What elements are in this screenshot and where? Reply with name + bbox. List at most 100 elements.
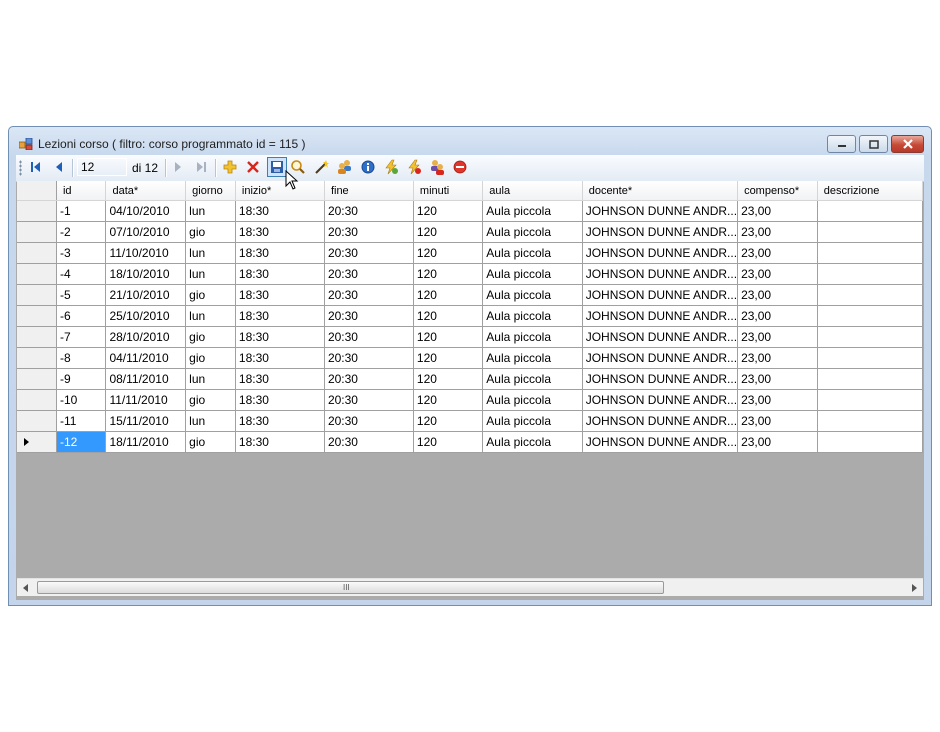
grid-cell[interactable]	[817, 284, 923, 306]
grid-cell[interactable]: 20:30	[324, 284, 414, 306]
grid-cell[interactable]: 20:30	[324, 263, 414, 285]
grid-cell[interactable]: 18:30	[235, 389, 325, 411]
wizard-button[interactable]	[314, 159, 330, 175]
grid-cell[interactable]	[817, 242, 923, 264]
scroll-thumb[interactable]: III	[37, 581, 664, 594]
grid-cell[interactable]: 18:30	[235, 221, 325, 243]
grid-cell[interactable]: 20:30	[324, 410, 414, 432]
save-button[interactable]	[267, 157, 287, 177]
grid-cell[interactable]: 23,00	[737, 410, 818, 432]
grid-cell[interactable]: 11/11/2010	[105, 389, 187, 411]
table-row[interactable]: -1 04/10/2010 lun 18:30 20:30 120 Aula piccola…	[17, 200, 923, 222]
grid-cell[interactable]: 21/10/2010	[105, 284, 187, 306]
grid-cell[interactable]: lun	[185, 242, 236, 264]
grid-cell[interactable]: 120	[413, 305, 484, 327]
grid-cell[interactable]	[817, 263, 923, 285]
grid-cell[interactable]	[817, 221, 923, 243]
grid-cell[interactable]: -11	[56, 410, 107, 432]
grid-cell[interactable]: JOHNSON DUNNE ANDR...	[582, 326, 739, 348]
row-header[interactable]	[17, 305, 57, 327]
grid-cell[interactable]: 23,00	[737, 347, 818, 369]
grid-cell[interactable]: 18/11/2010	[105, 431, 187, 453]
grid-cell[interactable]: 18/10/2010	[105, 263, 187, 285]
add-record-button[interactable]	[222, 159, 238, 175]
grid-cell[interactable]: 28/10/2010	[105, 326, 187, 348]
row-header[interactable]	[17, 389, 57, 411]
row-header[interactable]	[17, 368, 57, 390]
grid-cell[interactable]: -6	[56, 305, 107, 327]
table-row[interactable]: -7 28/10/2010 gio 18:30 20:30 120 Aula piccola…	[17, 326, 923, 348]
grid-cell[interactable]: 20:30	[324, 368, 414, 390]
grid-cell[interactable]: 18:30	[235, 284, 325, 306]
column-header[interactable]: docente*	[582, 181, 739, 201]
grid-cell[interactable]: 04/10/2010	[105, 200, 187, 222]
grid-cell[interactable]: gio	[185, 389, 236, 411]
grid-cell[interactable]: JOHNSON DUNNE ANDR...	[582, 263, 739, 285]
grid-cell[interactable]: 23,00	[737, 326, 818, 348]
close-button[interactable]	[891, 135, 924, 153]
grid-cell[interactable]: Aula piccola	[482, 368, 583, 390]
grid-cell[interactable]: -7	[56, 326, 107, 348]
grid-cell[interactable]: 08/11/2010	[105, 368, 187, 390]
grid-cell[interactable]: -8	[56, 347, 107, 369]
grid-cell[interactable]: 18:30	[235, 326, 325, 348]
grid-cell[interactable]: -2	[56, 221, 107, 243]
grid-cell[interactable]: lun	[185, 263, 236, 285]
column-header[interactable]: aula	[482, 181, 583, 201]
grid-cell[interactable]	[817, 410, 923, 432]
grid-cell[interactable]: 120	[413, 200, 484, 222]
last-record-button[interactable]	[193, 159, 209, 175]
grid-cell[interactable]	[817, 368, 923, 390]
grid-cell[interactable]: 15/11/2010	[105, 410, 187, 432]
grid-cell[interactable]: 18:30	[235, 305, 325, 327]
scroll-left-button[interactable]	[17, 579, 34, 596]
row-header[interactable]	[17, 326, 57, 348]
grid-cell[interactable]: JOHNSON DUNNE ANDR...	[582, 284, 739, 306]
grid-cell[interactable]: 120	[413, 242, 484, 264]
grid-cell[interactable]: JOHNSON DUNNE ANDR...	[582, 305, 739, 327]
grid-cell[interactable]: Aula piccola	[482, 200, 583, 222]
lightning-alt-button[interactable]	[406, 159, 422, 175]
grid-cell[interactable]: 23,00	[737, 263, 818, 285]
grid-cell[interactable]: 120	[413, 284, 484, 306]
row-header[interactable]	[17, 431, 57, 453]
grid-cell[interactable]: 20:30	[324, 242, 414, 264]
users-button[interactable]	[337, 159, 353, 175]
column-header[interactable]: data*	[105, 181, 187, 201]
table-row[interactable]: -6 25/10/2010 lun 18:30 20:30 120 Aula piccola…	[17, 305, 923, 327]
grid-cell[interactable]: 20:30	[324, 221, 414, 243]
grid-cell[interactable]: 04/11/2010	[105, 347, 187, 369]
grid-cell[interactable]: 120	[413, 368, 484, 390]
grid-cell[interactable]: JOHNSON DUNNE ANDR...	[582, 389, 739, 411]
delete-record-button[interactable]	[245, 159, 261, 175]
grid-cell[interactable]: 23,00	[737, 305, 818, 327]
grid-cell[interactable]: -1	[56, 200, 107, 222]
minimize-button[interactable]	[827, 135, 856, 153]
grid-cell[interactable]: 20:30	[324, 305, 414, 327]
column-header[interactable]: minuti	[413, 181, 484, 201]
grid-cell[interactable]: 120	[413, 221, 484, 243]
row-header[interactable]	[17, 263, 57, 285]
lightning-button[interactable]	[383, 159, 399, 175]
table-row[interactable]: -5 21/10/2010 gio 18:30 20:30 120 Aula piccola…	[17, 284, 923, 306]
grid-cell[interactable]: 25/10/2010	[105, 305, 187, 327]
grid-cell[interactable]: gio	[185, 431, 236, 453]
grid-cell[interactable]: 18:30	[235, 410, 325, 432]
grid-cell[interactable]: 23,00	[737, 221, 818, 243]
grid-cell[interactable]: 23,00	[737, 200, 818, 222]
grid-cell[interactable]: gio	[185, 326, 236, 348]
grid-cell[interactable]: Aula piccola	[482, 263, 583, 285]
grid-cell[interactable]: 18:30	[235, 431, 325, 453]
grid-cell[interactable]	[817, 347, 923, 369]
grid-cell[interactable]: -9	[56, 368, 107, 390]
grid-cell[interactable]: Aula piccola	[482, 326, 583, 348]
grid-cell[interactable]: -12	[56, 431, 107, 453]
grid-cell[interactable]: JOHNSON DUNNE ANDR...	[582, 200, 739, 222]
grid-cell[interactable]: 20:30	[324, 431, 414, 453]
maximize-button[interactable]	[859, 135, 888, 153]
close-form-button[interactable]	[452, 159, 468, 175]
grid-cell[interactable]: JOHNSON DUNNE ANDR...	[582, 242, 739, 264]
grid-cell[interactable]: 23,00	[737, 242, 818, 264]
grid-cell[interactable]: 23,00	[737, 389, 818, 411]
grid-cell[interactable]: 120	[413, 389, 484, 411]
